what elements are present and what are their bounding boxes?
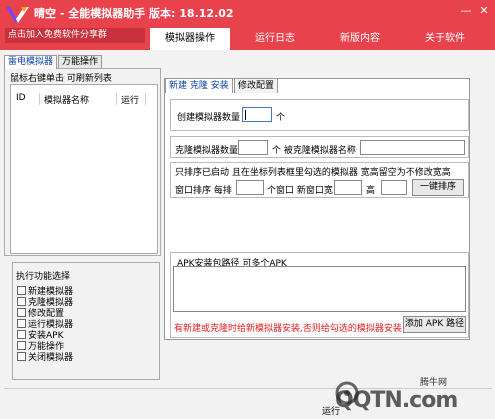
- checkbox[interactable]: [17, 286, 26, 295]
- tab-run-log[interactable]: 运行日志: [235, 28, 315, 50]
- add-apk-path-button[interactable]: 添加 APK 路径: [403, 316, 466, 333]
- column-divider: [39, 93, 40, 105]
- checkbox[interactable]: [17, 330, 26, 339]
- func-label: 关闭模拟器: [28, 353, 74, 363]
- tab-universal-ops[interactable]: 万能操作: [58, 55, 103, 69]
- watermark-url: QQTN.com: [335, 388, 458, 413]
- column-divider: [116, 93, 117, 105]
- clone-source-label: 个 被克隆模拟器名称: [272, 146, 356, 156]
- join-group-button[interactable]: 点击加入免费软件分享群: [5, 28, 145, 43]
- tab-modify-config[interactable]: 修改配置: [234, 78, 279, 93]
- checkbox[interactable]: [17, 308, 26, 317]
- tab-new-version[interactable]: 新版内容: [320, 28, 400, 50]
- checkbox[interactable]: [17, 319, 26, 328]
- new-width-label: 个窗口 新窗口宽: [267, 186, 333, 196]
- tab-emulator-operations[interactable]: 模拟器操作: [150, 28, 230, 50]
- apk-path-textarea[interactable]: [173, 266, 466, 312]
- list-header: ID 模拟器名称 运行: [11, 93, 157, 106]
- column-running[interactable]: 运行: [121, 93, 139, 106]
- function-select-title: 执行功能选择: [16, 272, 71, 282]
- apk-install-note: 有新建或克隆时给新模拟器安装,否则给勾选的模拟器安装: [174, 324, 402, 334]
- tab-about[interactable]: 关于软件: [405, 28, 485, 50]
- emulator-list[interactable]: ID 模拟器名称 运行: [10, 84, 158, 254]
- per-row-input[interactable]: [236, 180, 264, 195]
- clone-count-input[interactable]: [238, 140, 268, 155]
- sort-window-label: 窗口排序 每排: [175, 186, 232, 196]
- column-divider: [145, 93, 146, 105]
- app-logo-icon: [6, 7, 29, 23]
- clone-source-input[interactable]: [360, 140, 465, 155]
- clone-count-label: 克隆模拟器数量: [175, 146, 239, 156]
- sort-note: 只排序已启动 且在坐标列表框里勾选的模拟器 宽高留空为不修改宽高: [175, 168, 451, 178]
- app-title: 晴空 - 全能模拟器助手 版本: 18.12.02: [34, 7, 234, 20]
- sort-button[interactable]: 一键排序: [412, 179, 464, 196]
- minimize-button[interactable]: —: [459, 4, 473, 18]
- tab-leidian-emulator[interactable]: 雷电模拟器: [4, 55, 58, 69]
- create-count-label: 创建模拟器数量: [177, 113, 241, 123]
- refresh-hint: 鼠标右键单击 可刷新列表: [10, 74, 112, 84]
- column-name[interactable]: 模拟器名称: [44, 93, 89, 106]
- create-count-unit: 个: [276, 113, 286, 123]
- checkbox[interactable]: [17, 297, 26, 306]
- height-label: 高: [366, 186, 376, 196]
- column-id[interactable]: ID: [16, 93, 26, 103]
- tab-create-clone-install[interactable]: 新建 克隆 安装: [165, 78, 233, 93]
- width-input[interactable]: [334, 180, 362, 195]
- height-input[interactable]: [381, 180, 407, 195]
- checkbox[interactable]: [17, 352, 26, 361]
- close-button[interactable]: ✕: [477, 4, 491, 18]
- checkbox[interactable]: [17, 341, 26, 350]
- func-close[interactable]: 关闭模拟器: [17, 351, 74, 363]
- watermark-site: 腾牛网: [420, 378, 448, 388]
- create-count-input[interactable]: [242, 107, 272, 122]
